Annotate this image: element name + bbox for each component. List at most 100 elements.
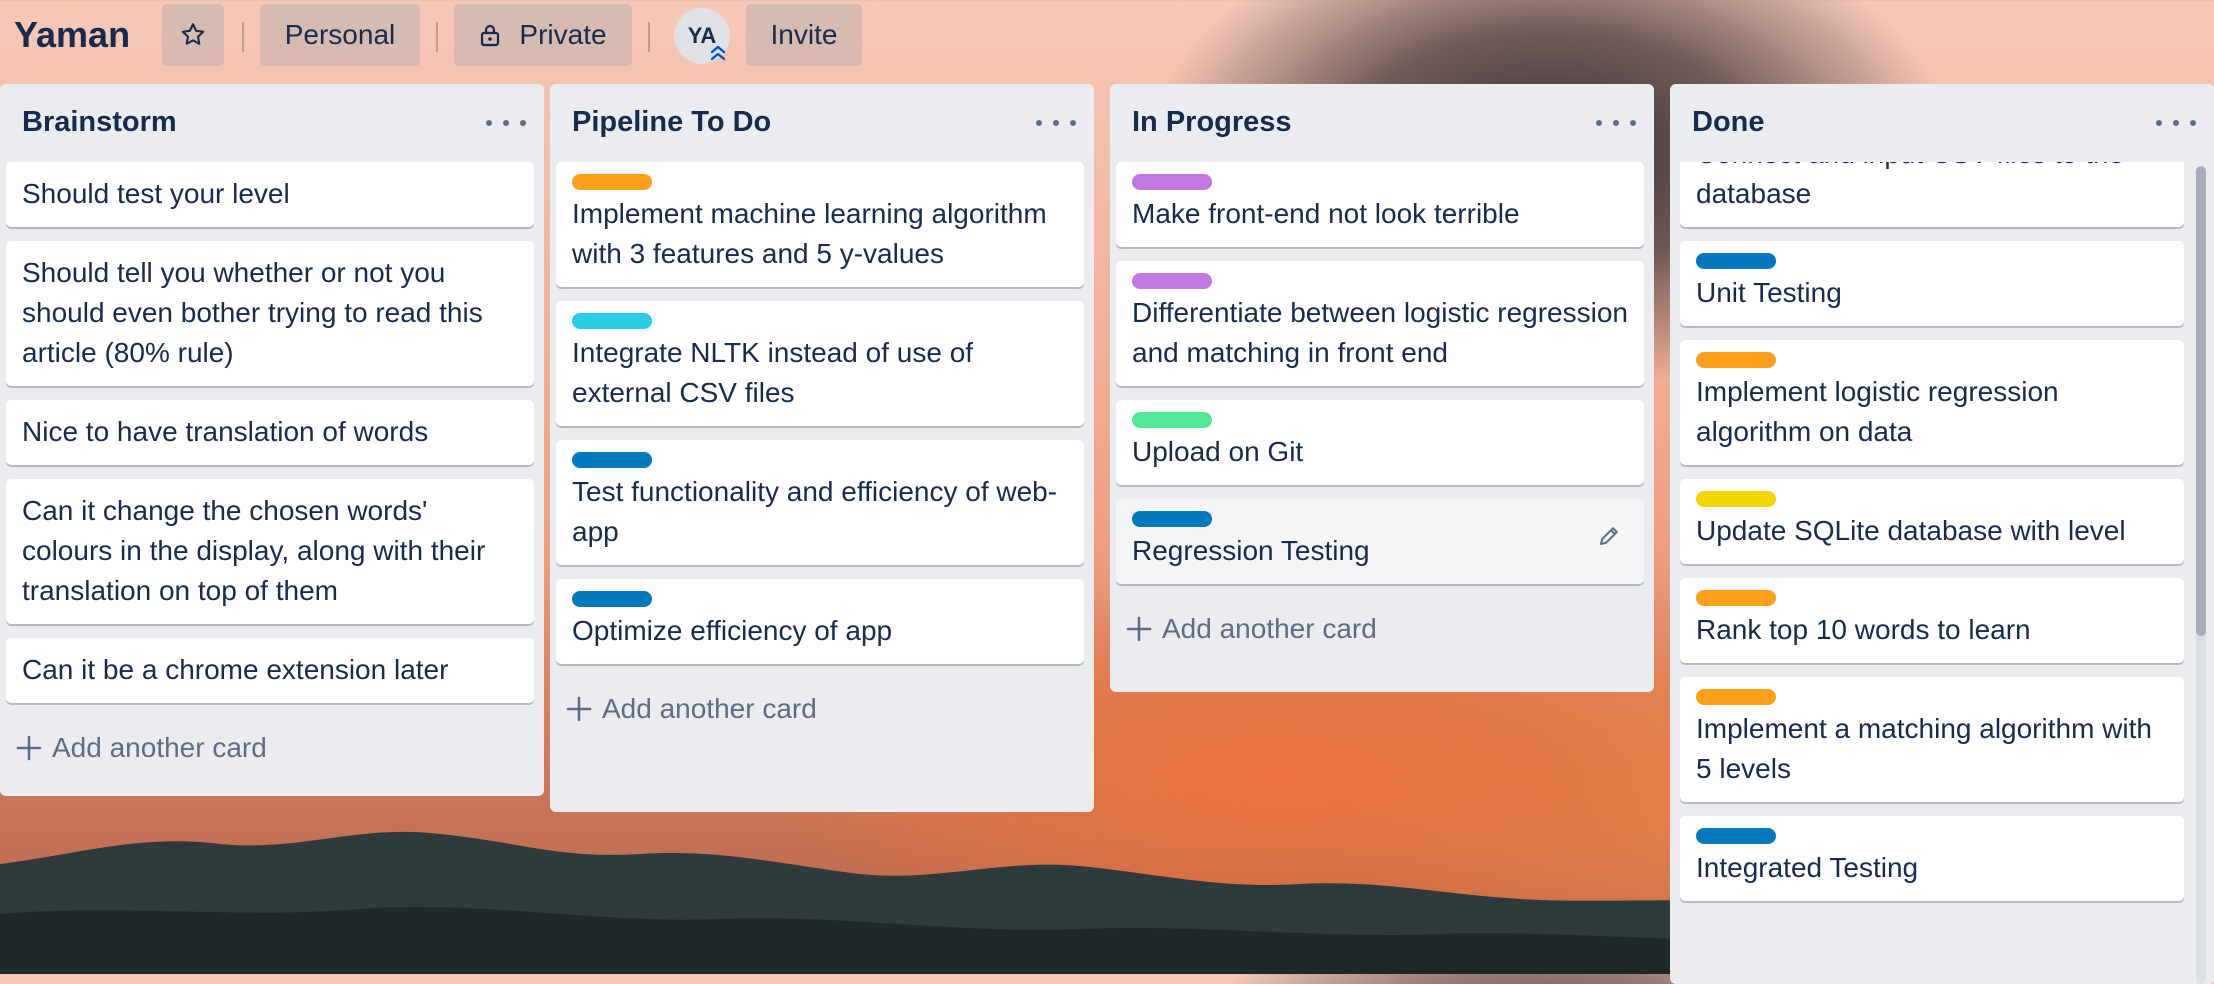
star-icon — [181, 23, 205, 45]
board-title[interactable]: Yaman — [14, 10, 130, 60]
list-header: Done — [1670, 84, 2214, 162]
card-title: Make front-end not look terrible — [1132, 198, 1520, 229]
card-label-orange[interactable] — [1696, 352, 1776, 368]
card[interactable]: Implement logistic regression algorithm … — [1680, 340, 2184, 465]
card-label-blue[interactable] — [1132, 511, 1212, 527]
card-title: Unit Testing — [1696, 277, 1842, 308]
card-label-purple[interactable] — [1132, 273, 1212, 289]
card[interactable]: Optimize efficiency of app — [556, 579, 1084, 664]
card[interactable]: Implement a matching algorithm with 5 le… — [1680, 677, 2184, 802]
list-menu-button[interactable] — [1596, 108, 1636, 138]
card-title: Integrated Testing — [1696, 852, 1919, 883]
list-pipeline-to-do: Pipeline To Do Implement machine learnin… — [550, 84, 1094, 812]
plus-icon — [16, 735, 42, 761]
list-menu-button[interactable] — [2156, 108, 2196, 138]
card-label-yellow[interactable] — [1696, 491, 1776, 507]
card[interactable]: Implement machine learning algorithm wit… — [556, 162, 1084, 287]
card-label-orange[interactable] — [1696, 689, 1776, 705]
plus-icon — [566, 696, 592, 722]
card-label-blue[interactable] — [572, 591, 652, 607]
card-title: Test functionality and efficiency of web… — [572, 476, 1058, 547]
card-title: Differentiate between logistic regressio… — [1132, 297, 1628, 368]
card-label-orange[interactable] — [572, 174, 652, 190]
card[interactable]: Differentiate between logistic regressio… — [1116, 261, 1644, 386]
add-card-label: Add another card — [52, 732, 267, 763]
plus-icon — [1126, 616, 1152, 642]
team-visibility-label: Personal — [284, 19, 396, 50]
card-title: Rank top 10 words to learn — [1696, 614, 2031, 645]
add-card-label: Add another card — [1162, 613, 1377, 644]
card[interactable]: Integrate NLTK instead of use of externa… — [556, 301, 1084, 426]
card-label-sky[interactable] — [572, 313, 652, 329]
header-divider — [648, 22, 650, 52]
card-label-blue[interactable] — [1696, 253, 1776, 269]
card-title: Nice to have translation of words — [22, 416, 429, 447]
card-title: Should test your level — [22, 178, 290, 209]
list-header: Brainstorm — [0, 84, 544, 162]
card[interactable]: Nice to have translation of words — [6, 400, 534, 465]
card-list: Implement machine learning algorithm wit… — [550, 162, 1094, 664]
board-header: Yaman Personal Private YA Invite — [0, 0, 2214, 70]
pencil-icon[interactable] — [1596, 523, 1622, 549]
card[interactable]: Should tell you whether or not you shoul… — [6, 241, 534, 386]
list-title[interactable]: Done — [1692, 106, 1765, 139]
lock-icon — [481, 24, 500, 47]
card-list: Should test your level Should tell you w… — [0, 162, 544, 703]
privacy-button[interactable]: Private — [454, 4, 632, 66]
card-list: Make front-end not look terrible Differe… — [1110, 162, 1654, 584]
card-title: Connect and input CSV files to the datab… — [1696, 162, 2124, 209]
add-card-button[interactable]: Add another card — [0, 717, 544, 779]
card[interactable]: Upload on Git — [1116, 400, 1644, 485]
card-list-scroll-area[interactable]: Connect and input CSV files to the datab… — [1670, 162, 2214, 984]
list-title[interactable]: Brainstorm — [22, 106, 177, 139]
card-title: Integrate NLTK instead of use of externa… — [572, 337, 974, 408]
add-card-button[interactable]: Add another card — [550, 678, 1094, 740]
card-label-lime[interactable] — [1132, 412, 1212, 428]
card-label-purple[interactable] — [1132, 174, 1212, 190]
privacy-label: Private — [519, 19, 607, 50]
card[interactable]: Regression Testing — [1116, 499, 1644, 584]
card[interactable]: Integrated Testing — [1680, 816, 2184, 901]
card-label-blue[interactable] — [572, 452, 652, 468]
card-title: Optimize efficiency of app — [572, 615, 893, 646]
card-title: Implement logistic regression algorithm … — [1696, 376, 2059, 447]
list-done: Done Connect and input CSV files to the … — [1670, 84, 2214, 984]
list-in-progress: In Progress Make front-end not look terr… — [1110, 84, 1654, 692]
list-brainstorm: Brainstorm Should test your level Should… — [0, 84, 544, 796]
card[interactable]: Unit Testing — [1680, 241, 2184, 326]
list-header: In Progress — [1110, 84, 1654, 162]
card-title: Regression Testing — [1132, 535, 1370, 566]
list-header: Pipeline To Do — [550, 84, 1094, 162]
list-title[interactable]: Pipeline To Do — [572, 106, 771, 139]
card-title: Should tell you whether or not you shoul… — [22, 257, 483, 368]
admin-chevron-icon — [710, 45, 726, 61]
card-label-blue[interactable] — [1696, 828, 1776, 844]
card[interactable]: Rank top 10 words to learn — [1680, 578, 2184, 663]
card[interactable]: Connect and input CSV files to the datab… — [1680, 162, 2184, 227]
card-label-orange[interactable] — [1696, 590, 1776, 606]
card[interactable]: Test functionality and efficiency of web… — [556, 440, 1084, 565]
list-menu-button[interactable] — [1036, 108, 1076, 138]
card-title: Implement a matching algorithm with 5 le… — [1696, 713, 2152, 784]
card[interactable]: Make front-end not look terrible — [1116, 162, 1644, 247]
card[interactable]: Should test your level — [6, 162, 534, 227]
card-title: Update SQLite database with level — [1696, 515, 2126, 546]
card-title: Upload on Git — [1132, 436, 1304, 467]
add-card-label: Add another card — [602, 693, 817, 724]
invite-label: Invite — [770, 19, 838, 50]
list-menu-button[interactable] — [486, 108, 526, 138]
card[interactable]: Can it change the chosen words' colours … — [6, 479, 534, 624]
add-card-button[interactable]: Add another card — [1110, 598, 1654, 660]
header-divider — [436, 22, 438, 52]
card-title: Can it be a chrome extension later — [22, 654, 449, 685]
invite-button[interactable]: Invite — [746, 4, 862, 66]
list-title[interactable]: In Progress — [1132, 106, 1292, 139]
star-button[interactable] — [162, 4, 224, 66]
card[interactable]: Can it be a chrome extension later — [6, 638, 534, 703]
list-scrollbar-thumb[interactable] — [2196, 166, 2206, 636]
card-title: Can it change the chosen words' colours … — [22, 495, 486, 606]
team-visibility-button[interactable]: Personal — [260, 4, 420, 66]
card[interactable]: Update SQLite database with level — [1680, 479, 2184, 564]
header-divider — [242, 22, 244, 52]
card-title: Implement machine learning algorithm wit… — [572, 198, 1047, 269]
